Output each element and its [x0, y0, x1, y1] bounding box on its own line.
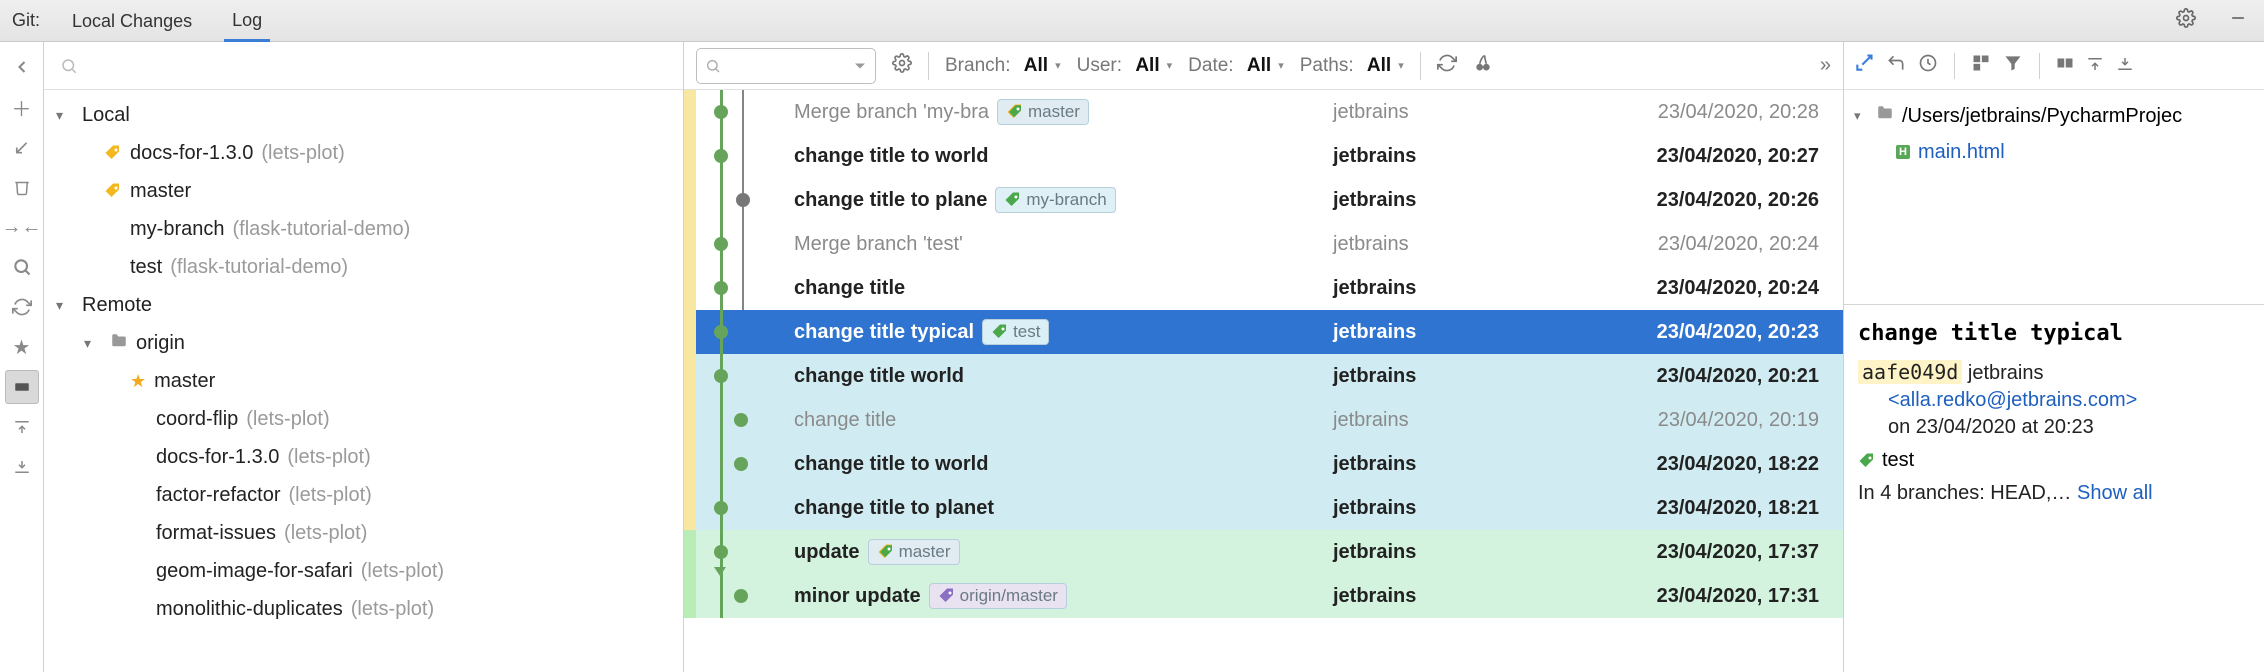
branches-summary: In 4 branches: HEAD,… — [1858, 482, 2071, 504]
local-branch-my-branch[interactable]: my-branch (flask-tutorial-demo) — [44, 210, 683, 248]
commit-date: on 23/04/2020 at 20:23 — [1858, 416, 2250, 439]
details-toolbar — [1844, 42, 2264, 90]
local-branch-docs-for-1.3.0[interactable]: docs-for-1.3.0 (lets-plot) — [44, 134, 683, 172]
ref-label[interactable]: my-branch — [995, 187, 1115, 213]
local-group[interactable]: ▾Local — [44, 96, 683, 134]
search-icon[interactable] — [5, 250, 39, 284]
undo-icon[interactable] — [1886, 53, 1906, 79]
gear-icon[interactable] — [2172, 8, 2200, 33]
branches-search-input[interactable] — [78, 55, 667, 76]
log-panel: Branch: All ▾ User: All ▾ Date: All ▾ Pa… — [684, 42, 1844, 672]
left-gutter-toolbar: ＋ ↙ →← ★ — [0, 42, 44, 672]
commit-row[interactable]: updatemaster jetbrains 23/04/2020, 17:37 — [684, 530, 1843, 574]
merge-icon[interactable]: →← — [5, 210, 39, 244]
tab-local-changes[interactable]: Local Changes — [64, 0, 200, 42]
trash-icon[interactable] — [5, 170, 39, 204]
remote-branch-factor-refactor[interactable]: factor-refactor (lets-plot) — [44, 476, 683, 514]
commit-title: change title typical — [1858, 321, 2250, 346]
filter-user[interactable]: User: All ▾ — [1077, 55, 1173, 77]
cherry-pick-icon[interactable] — [1473, 53, 1493, 79]
minimize-icon[interactable] — [2224, 8, 2252, 33]
commit-row[interactable]: change title jetbrains 23/04/2020, 20:19 — [684, 398, 1843, 442]
more-icon[interactable]: » — [1820, 54, 1831, 77]
toolwindow-title: Git: — [12, 10, 40, 31]
commit-row[interactable]: change title to planemy-branch jetbrains… — [684, 178, 1843, 222]
branches-search[interactable] — [44, 42, 683, 90]
log-search[interactable] — [696, 48, 876, 84]
collapse-all-icon[interactable] — [2116, 54, 2134, 77]
commit-row[interactable]: Merge branch 'test' jetbrains 23/04/2020… — [684, 222, 1843, 266]
folder-path: /Users/jetbrains/PycharmProjec — [1902, 105, 2182, 128]
ref-label[interactable]: origin/master — [929, 583, 1067, 609]
commit-row[interactable]: change title to world jetbrains 23/04/20… — [684, 134, 1843, 178]
ref-label[interactable]: master — [997, 99, 1089, 125]
layout-icon[interactable] — [5, 370, 39, 404]
window-tabbar: Git: Local Changes Log — [0, 0, 2264, 42]
filter-date[interactable]: Date: All ▾ — [1188, 55, 1284, 77]
changed-files-tree: ▾ /Users/jetbrains/PycharmProjec H main.… — [1844, 90, 2264, 178]
group-icon[interactable] — [1971, 53, 1991, 79]
refresh-icon[interactable] — [5, 290, 39, 324]
commit-row[interactable]: change title world jetbrains 23/04/2020,… — [684, 354, 1843, 398]
local-branch-master[interactable]: master — [44, 172, 683, 210]
commit-hash[interactable]: aafe049d — [1858, 360, 1962, 384]
remote-branch-master[interactable]: ★master — [44, 362, 683, 400]
history-icon[interactable] — [1918, 53, 1938, 79]
log-toolbar: Branch: All ▾ User: All ▾ Date: All ▾ Pa… — [684, 42, 1843, 90]
commit-row[interactable]: Merge branch 'my-bramaster jetbrains 23/… — [684, 90, 1843, 134]
plus-icon[interactable]: ＋ — [5, 90, 39, 124]
folder-icon — [1876, 104, 1894, 128]
commit-row[interactable]: change title typicaltest jetbrains 23/04… — [684, 310, 1843, 354]
ref-label[interactable]: test — [982, 319, 1049, 345]
details-panel: ▾ /Users/jetbrains/PycharmProjec H main.… — [1844, 42, 2264, 672]
expand-all-icon[interactable] — [2086, 54, 2104, 77]
remote-branch-monolithic-duplicates[interactable]: monolithic-duplicates (lets-plot) — [44, 590, 683, 628]
remote-branch-docs-for-1.3.0[interactable]: docs-for-1.3.0 (lets-plot) — [44, 438, 683, 476]
commit-row[interactable]: change title to planet jetbrains 23/04/2… — [684, 486, 1843, 530]
gear-icon[interactable] — [892, 53, 912, 79]
search-icon — [705, 58, 721, 74]
collapse-icon[interactable] — [5, 450, 39, 484]
file-node[interactable]: H main.html — [1854, 134, 2254, 170]
folder-node[interactable]: ▾ /Users/jetbrains/PycharmProjec — [1854, 98, 2254, 134]
filter-paths[interactable]: Paths: All ▾ — [1300, 55, 1404, 77]
remote-group[interactable]: ▾Remote — [44, 286, 683, 324]
commit-row[interactable]: minor updateorigin/master jetbrains 23/0… — [684, 574, 1843, 618]
layout-icon[interactable] — [2056, 54, 2074, 78]
back-icon[interactable] — [5, 50, 39, 84]
star-icon[interactable]: ★ — [5, 330, 39, 364]
file-name: main.html — [1918, 141, 2005, 164]
show-all-link[interactable]: Show all — [2077, 482, 2153, 504]
chevron-down-icon: ▾ — [1854, 108, 1868, 124]
commit-email[interactable]: <alla.redko@jetbrains.com> — [1888, 389, 2137, 411]
remote-branch-geom-image-for-safari[interactable]: geom-image-for-safari (lets-plot) — [44, 552, 683, 590]
tag-icon — [1858, 452, 1876, 470]
rollback-icon[interactable]: ↙ — [5, 130, 39, 164]
html-badge-icon: H — [1896, 145, 1910, 159]
branches-panel: ▾Localdocs-for-1.3.0 (lets-plot)master m… — [44, 42, 684, 672]
ref-label[interactable]: master — [868, 539, 960, 565]
filter-icon[interactable] — [2003, 53, 2023, 79]
filter-branch[interactable]: Branch: All ▾ — [945, 55, 1061, 77]
commit-row[interactable]: change title to world jetbrains 23/04/20… — [684, 442, 1843, 486]
origin-group[interactable]: ▾origin — [44, 324, 683, 362]
refresh-icon[interactable] — [1437, 53, 1457, 79]
commit-info: change title typical aafe049d jetbrains … — [1844, 311, 2264, 519]
tab-log[interactable]: Log — [224, 0, 270, 42]
turn-off-icon[interactable] — [1854, 53, 1874, 79]
search-icon — [60, 57, 78, 75]
commit-author: jetbrains — [1968, 362, 2044, 384]
remote-branch-format-issues[interactable]: format-issues (lets-plot) — [44, 514, 683, 552]
expand-icon[interactable] — [5, 410, 39, 444]
local-branch-test[interactable]: test (flask-tutorial-demo) — [44, 248, 683, 286]
commit-ref[interactable]: test — [1882, 449, 1914, 472]
remote-branch-coord-flip[interactable]: coord-flip (lets-plot) — [44, 400, 683, 438]
commit-row[interactable]: change title jetbrains 23/04/2020, 20:24 — [684, 266, 1843, 310]
